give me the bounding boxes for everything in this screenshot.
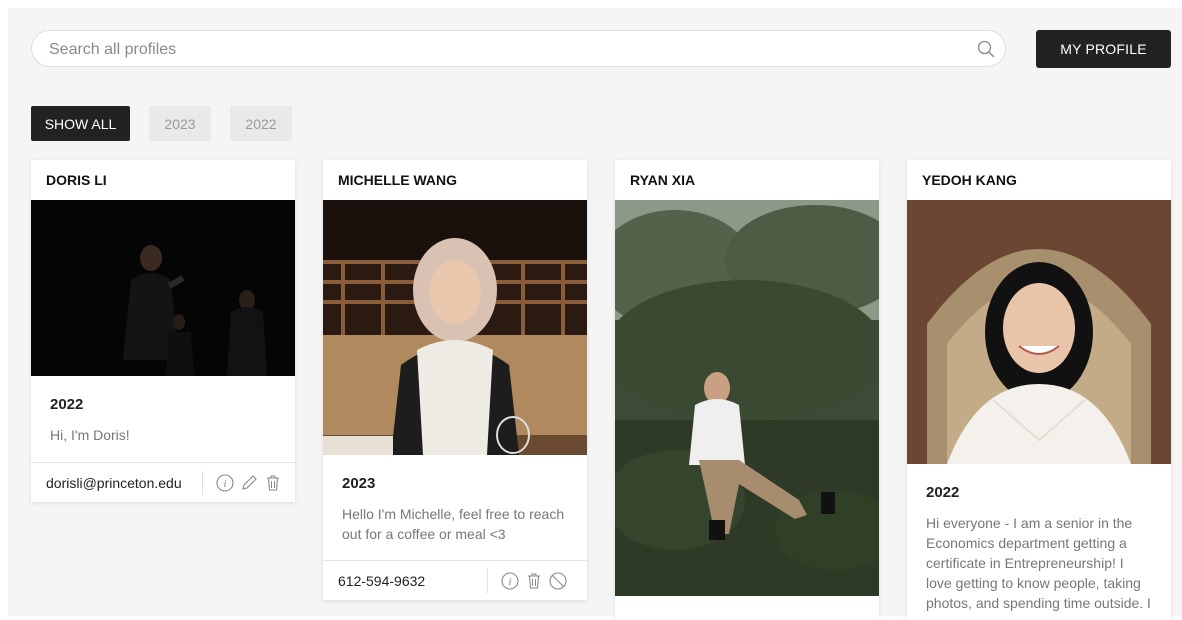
filter-show-all-button[interactable]: SHOW ALL: [31, 106, 130, 141]
profile-card: YEDOH KANG 2022 Hi everyone - I am a sen…: [907, 160, 1171, 620]
divider: [487, 569, 489, 593]
profile-bio: Hello I'm Michelle, feel free to reach o…: [342, 506, 565, 542]
search-bar[interactable]: [31, 30, 1006, 68]
block-icon[interactable]: [549, 572, 567, 590]
filter-2022-button[interactable]: 2022: [230, 106, 292, 141]
trash-icon[interactable]: [264, 474, 282, 492]
profile-contact: 612-594-9632: [338, 573, 426, 589]
pencil-icon[interactable]: [240, 474, 258, 492]
profile-photo[interactable]: [31, 200, 295, 376]
profile-card: MICHELLE WANG 2023 Hello I'm Michelle, f…: [323, 160, 587, 600]
trash-icon[interactable]: [525, 572, 543, 590]
profile-photo[interactable]: [615, 200, 879, 596]
search-input[interactable]: [47, 31, 971, 68]
search-icon[interactable]: [977, 40, 995, 58]
profile-name: RYAN XIA: [630, 172, 696, 188]
profile-photo[interactable]: [323, 200, 587, 455]
profile-name: DORIS LI: [46, 172, 107, 188]
profile-name: YEDOH KANG: [922, 172, 1017, 188]
profile-year: 2023: [342, 475, 376, 492]
profile-name: MICHELLE WANG: [338, 172, 457, 188]
card-footer: dorisli@princeton.edu i: [31, 462, 295, 503]
filter-2023-button[interactable]: 2023: [149, 106, 211, 141]
divider: [201, 471, 203, 495]
profile-card: RYAN XIA: [615, 160, 879, 620]
profile-contact: dorisli@princeton.edu: [46, 475, 182, 491]
profile-photo[interactable]: [907, 200, 1171, 464]
profile-year: 2022: [926, 484, 960, 501]
profile-bio: Hi everyone - I am a senior in the Econo…: [926, 515, 1151, 611]
profile-card: DORIS LI 2022 Hi, I'm Doris! dorisli@pri…: [31, 160, 295, 502]
info-icon[interactable]: i: [501, 572, 519, 590]
profile-year: 2022: [50, 396, 84, 413]
card-footer: 612-594-9632 i: [323, 560, 587, 601]
my-profile-button[interactable]: MY PROFILE: [1036, 30, 1171, 68]
svg-text:i: i: [223, 478, 226, 490]
info-icon[interactable]: i: [216, 474, 234, 492]
svg-text:i: i: [509, 576, 512, 588]
profile-bio: Hi, I'm Doris!: [50, 427, 130, 443]
